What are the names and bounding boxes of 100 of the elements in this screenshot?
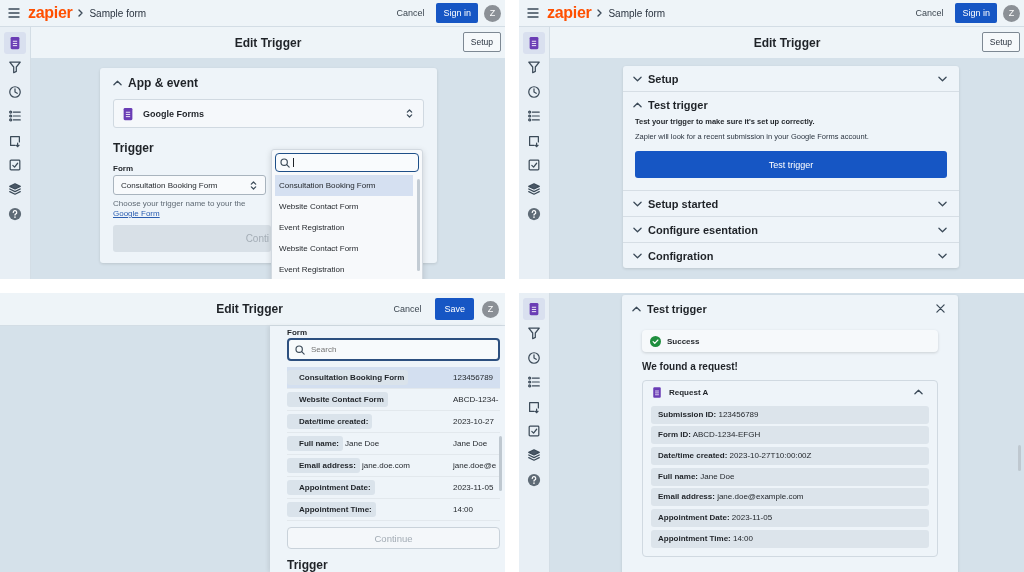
help-icon [8,206,22,221]
section-toggle[interactable]: Test trigger [623,92,959,117]
search-field[interactable] [275,153,419,172]
cancel-button[interactable]: Cancel [387,300,428,318]
field-value: 123456789 [453,373,495,382]
dropdown-item[interactable]: Website Contact Form [275,238,413,259]
sidebar-item[interactable] [523,32,545,54]
dropdown-item[interactable]: Consultation Booking Form [275,175,413,196]
checkbox-icon [527,423,541,438]
data-field: Date/time created: 2023-10-27T10:00:00Z [651,447,929,466]
chevron-down-icon [938,226,947,233]
list-row[interactable]: Full name: Jane Doe Jane Doe [287,433,500,455]
filter-icon [527,326,541,341]
frame-icon [8,133,22,148]
dropdown-item[interactable]: Website Contact Form [275,196,413,217]
chevron-down-icon [938,75,947,82]
field-value: 2023-11-05 [453,483,495,492]
test-trigger-button[interactable]: Test trigger [635,151,947,178]
clock-icon [527,350,541,365]
section-toggle[interactable]: Configration [623,243,959,268]
save-button[interactable]: Save [435,298,474,320]
chevron-right-icon [78,9,84,17]
field-label: Appointment Time: [287,502,376,517]
data-field: Full name: Jane Doe [651,467,929,486]
field-label: Website Contact Form [287,392,388,407]
sign-in-button[interactable]: Sign in [955,3,997,23]
list-row[interactable]: Website Contact Form ABCD-1234- [287,389,500,411]
field-value: 2023-10-27 [453,417,495,426]
close-icon [936,304,945,313]
page-title: Edit Trigger [234,35,302,50]
sidebar-item[interactable] [523,298,545,320]
list-row[interactable]: Email address: jane.doe.com jane.doe@e [287,455,500,477]
help-icon [527,472,541,487]
checkbox-icon [527,157,541,172]
layers-icon [8,182,22,197]
list-icon [527,109,541,124]
request-toggle[interactable]: Request A [651,381,929,403]
help-link[interactable]: Google Form [113,209,160,218]
field-label: Appointment Date: [287,480,375,495]
field-label: Full name: [287,436,343,451]
chevron-down-icon [938,252,947,259]
section-toggle[interactable]: App & event [113,76,424,90]
section-heading: Trigger [287,558,329,572]
list-row[interactable]: Consultation Booking Form 123456789 [287,367,500,389]
field-value: Jane Doe [345,439,380,448]
clock-icon [527,84,541,99]
data-field: Appointment Time: 14:00 [651,529,929,548]
section-toggle[interactable]: Configure esentation [623,217,959,242]
status-text: Success [667,336,700,346]
field-value: ABCD-1234- [453,395,500,404]
scrollbar[interactable] [417,179,420,271]
dropdown-item[interactable]: Event Registration [275,259,413,279]
page-title: Edit Trigger [753,35,821,50]
form-document-icon [8,36,22,50]
field-label: Form [287,328,308,338]
list-icon [8,109,22,124]
field-label: Date/time created: [287,414,373,429]
data-field: Appointment Date: 2023-11-05 [651,509,929,528]
app-select[interactable]: Google Forms [113,99,424,128]
field-value: jane.doe.com [361,461,410,470]
sidebar-item[interactable] [4,32,26,54]
search-icon [280,157,290,168]
data-field: Email address: jane.doe@example.com [651,488,929,507]
help-icon [527,206,541,221]
setup-button[interactable]: Setup [462,32,501,52]
form-document-icon [527,302,541,316]
list-icon [527,375,541,390]
form-document-icon [527,36,541,50]
layers-icon [527,182,541,197]
layers-icon [527,448,541,463]
field-value: jane.doe@e [453,461,498,470]
helper-text: Choose your trigger name to your the Google Form [113,199,247,219]
sort-arrows-icon [250,179,257,191]
menu-icon [8,8,20,18]
close-button[interactable] [933,301,948,316]
search-field[interactable]: Search [287,338,500,361]
page-title: Edit Trigger [216,302,283,316]
breadcrumb-title: Sample form [608,7,666,19]
checkbox-icon [8,157,22,172]
filter-icon [527,60,541,75]
section-toggle[interactable]: Test trigger [622,295,933,322]
list-row[interactable]: Date/time created: 2023-10-27 [287,411,500,433]
cancel-button[interactable]: Cancel [909,4,950,22]
clock-icon [8,84,22,99]
check-circle-icon [650,335,661,347]
form-document-icon [651,384,663,400]
list-row[interactable]: Appointment Date: 2023-11-05 [287,477,500,499]
cancel-button[interactable]: Cancel [390,4,431,22]
frame-icon [527,133,541,148]
frame-icon [527,399,541,414]
section-toggle[interactable]: Setup started [623,191,959,216]
scrollbar[interactable] [499,436,502,491]
dropdown-item[interactable]: Event Registration [275,217,413,238]
search-icon [295,344,305,355]
list-row[interactable]: Appointment Time: 14:00 [287,499,500,521]
sign-in-button[interactable]: Sign in [436,3,478,23]
section-toggle[interactable]: Setup [623,66,959,91]
form-select[interactable]: Consultation Booking Form [113,175,266,195]
chevron-right-icon [597,9,603,17]
setup-button[interactable]: Setup [981,32,1020,52]
